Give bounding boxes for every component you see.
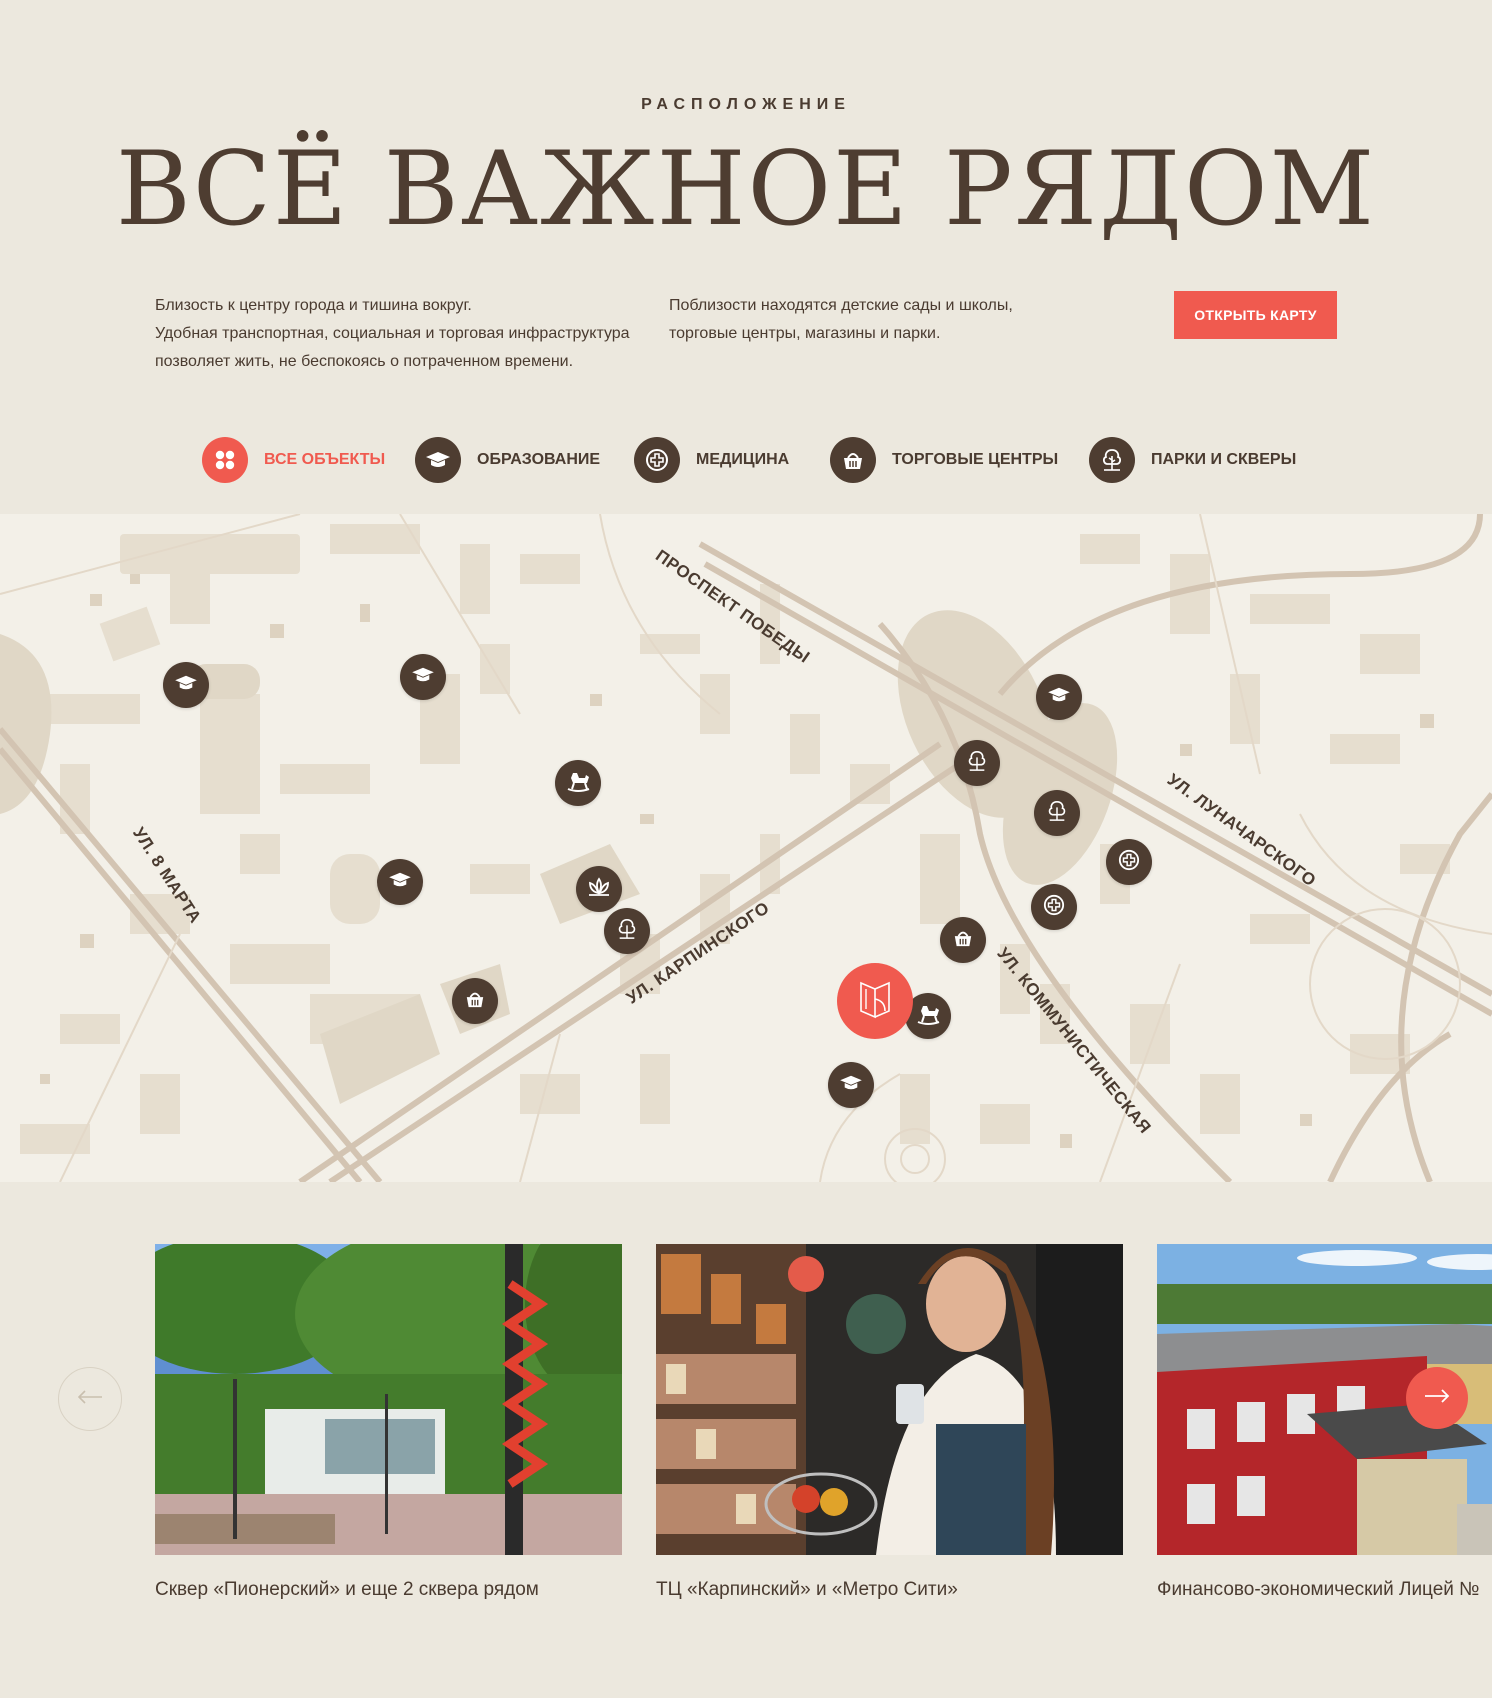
filter-label: ОБРАЗОВАНИЕ [477, 451, 601, 468]
map-pin-medicine[interactable] [1106, 839, 1152, 885]
arrow-left-icon [77, 1389, 103, 1409]
map-pin-education[interactable] [1036, 674, 1082, 720]
map-pin-shopping[interactable] [452, 978, 498, 1024]
filter-all-objects[interactable]: ВСЕ ОБЪЕКТЫ [202, 436, 385, 484]
page-title: ВСЁ ВАЖНОЕ РЯДОМ [115, 130, 1377, 249]
lotus-icon [586, 876, 612, 902]
map-pin-education[interactable] [377, 859, 423, 905]
graduation-cap-icon [174, 674, 198, 697]
grid-icon [202, 437, 248, 483]
intro-right-line: Поблизости находятся детские сады и школ… [669, 297, 1013, 314]
residential-complex-marker[interactable] [837, 963, 913, 1039]
graduation-cap-icon [388, 871, 412, 894]
tree-icon [615, 918, 639, 945]
map-pin-medicine[interactable] [1031, 884, 1077, 930]
section-eyebrow: РАСПОЛОЖЕНИЕ [641, 96, 851, 113]
place-caption: Сквер «Пионерский» и еще 2 сквера рядом [155, 1579, 539, 1600]
map-pin-park[interactable] [576, 866, 622, 912]
map-pin-kindergarten[interactable] [555, 760, 601, 806]
medical-cross-icon [1118, 849, 1140, 876]
filter-label: ВСЕ ОБЪЕКТЫ [264, 451, 386, 468]
filter-label: ТОРГОВЫЕ ЦЕНТРЫ [892, 451, 1059, 468]
carousel-prev-button[interactable] [58, 1367, 122, 1431]
place-card[interactable]: ТЦ «Карпинский» и «Метро Сити» [656, 1244, 1123, 1601]
map-pin-education[interactable] [828, 1062, 874, 1108]
intro-right-line: торговые центры, магазины и парки. [669, 325, 941, 342]
rocking-horse-icon [915, 1002, 941, 1031]
intro-left-text: Близость к центру города и тишина вокруг… [155, 292, 635, 376]
filter-label: ПАРКИ И СКВЕРЫ [1151, 451, 1297, 468]
graduation-cap-icon [1047, 686, 1071, 709]
arrow-right-icon [1424, 1388, 1450, 1408]
map-pin-park[interactable] [604, 908, 650, 954]
place-card[interactable]: Сквер «Пионерский» и еще 2 сквера рядом [155, 1244, 622, 1601]
graduation-cap-icon [839, 1074, 863, 1097]
map-pin-park[interactable] [1034, 790, 1080, 836]
intro-left-line: Удобная транспортная, социальная и торго… [155, 325, 630, 342]
place-caption: Финансово-экономический Лицей № [1157, 1579, 1480, 1600]
rocking-horse-icon [565, 769, 591, 798]
tree-icon [965, 750, 989, 777]
map-pin-education[interactable] [400, 654, 446, 700]
filter-medicine[interactable]: МЕДИЦИНА [634, 436, 789, 484]
map-pin-education[interactable] [163, 662, 209, 708]
shopping-basket-icon [952, 928, 974, 953]
place-photo-shopping-center [656, 1244, 1123, 1555]
graduation-cap-icon [415, 437, 461, 483]
filter-shopping-centers[interactable]: ТОРГОВЫЕ ЦЕНТРЫ [830, 436, 1058, 484]
intro-left-line: Близость к центру города и тишина вокруг… [155, 297, 472, 314]
place-photo-park [155, 1244, 622, 1555]
category-filters: ВСЕ ОБЪЕКТЫ ОБРАЗОВАНИЕ МЕДИЦИНА ТОРГОВЫ… [0, 436, 1492, 484]
map-pin-park[interactable] [954, 740, 1000, 786]
graduation-cap-icon [411, 666, 435, 689]
intro-left-line: позволяет жить, не беспокоясь о потрачен… [155, 353, 574, 370]
places-carousel: Сквер «Пионерский» и еще 2 сквера рядом [0, 1244, 1492, 1624]
shopping-basket-icon [464, 989, 486, 1014]
intro-right-text: Поблизости находятся детские сады и школ… [669, 292, 1049, 348]
map-pin-shopping[interactable] [940, 917, 986, 963]
medical-cross-icon [1043, 894, 1065, 921]
shopping-basket-icon [830, 437, 876, 483]
filter-education[interactable]: ОБРАЗОВАНИЕ [415, 436, 600, 484]
residential-complex-logo-icon [855, 977, 895, 1026]
tree-icon [1089, 437, 1135, 483]
filter-label: МЕДИЦИНА [696, 451, 790, 468]
infrastructure-map[interactable]: ПРОСПЕКТ ПОБЕДЫ УЛ. ЛУНАЧАРСКОГО УЛ. 8 М… [0, 514, 1492, 1182]
open-map-button[interactable]: ОТКРЫТЬ КАРТУ [1174, 291, 1337, 339]
place-caption: ТЦ «Карпинский» и «Метро Сити» [656, 1579, 958, 1600]
filter-parks[interactable]: ПАРКИ И СКВЕРЫ [1089, 436, 1296, 484]
carousel-next-button[interactable] [1406, 1367, 1468, 1429]
tree-icon [1045, 800, 1069, 827]
medical-cross-icon [634, 437, 680, 483]
